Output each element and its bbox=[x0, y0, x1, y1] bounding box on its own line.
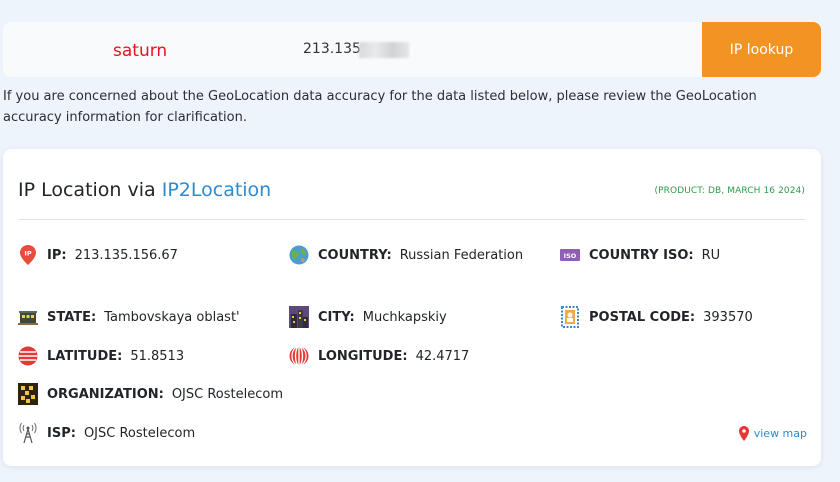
antenna-icon bbox=[18, 422, 38, 444]
ip-label: IP: bbox=[47, 247, 67, 263]
country-label: COUNTRY: bbox=[318, 247, 392, 263]
city-label: CITY: bbox=[318, 309, 355, 325]
map-pin-icon bbox=[738, 426, 749, 441]
iso-badge-icon: ISO bbox=[560, 244, 580, 266]
state-value: Tambovskaya oblast' bbox=[104, 309, 240, 325]
field-state: STATE: Tambovskaya oblast' bbox=[18, 306, 240, 328]
country-iso-label: COUNTRY ISO: bbox=[589, 247, 694, 263]
latitude-label: LATITUDE: bbox=[47, 348, 123, 364]
organization-label: ORGANIZATION: bbox=[47, 386, 164, 402]
saturn-badge: saturn bbox=[113, 41, 168, 61]
view-map-link[interactable]: view map bbox=[738, 426, 807, 441]
svg-text:ISO: ISO bbox=[564, 252, 577, 260]
field-postal-code: POSTAL CODE: 393570 bbox=[560, 306, 753, 328]
city-value: Muchkapskiy bbox=[362, 309, 447, 325]
city-icon bbox=[289, 306, 309, 328]
ip-value: 213.135.156.67 bbox=[74, 247, 178, 263]
field-longitude: LONGITUDE: 42.4717 bbox=[289, 345, 469, 367]
longitude-value: 42.4717 bbox=[415, 348, 470, 364]
field-isp: ISP: OJSC Rostelecom bbox=[18, 422, 195, 444]
state-building-icon bbox=[18, 306, 38, 328]
ip-location-card: IP Location via IP2Location (PRODUCT: DB… bbox=[3, 149, 821, 466]
field-country-iso: ISO COUNTRY ISO: RU bbox=[560, 244, 720, 266]
card-title: IP Location via IP2Location bbox=[18, 179, 271, 201]
organization-value: OJSC Rostelecom bbox=[171, 386, 284, 402]
ip-lookup-button[interactable]: IP lookup bbox=[702, 22, 821, 77]
postal-stamp-icon bbox=[560, 306, 580, 328]
postal-code-value: 393570 bbox=[703, 309, 753, 325]
redacted-ip-blur bbox=[359, 42, 409, 58]
view-map-label[interactable]: view map bbox=[754, 427, 807, 440]
ip2location-link[interactable]: IP2Location bbox=[162, 179, 272, 201]
country-value: Russian Federation bbox=[399, 247, 524, 263]
ip-pin-icon: IP bbox=[18, 244, 38, 266]
accuracy-notice: If you are concerned about the GeoLocati… bbox=[3, 89, 757, 125]
product-info: (PRODUCT: DB, MARCH 16 2024) bbox=[654, 186, 805, 196]
country-iso-value: RU bbox=[701, 247, 721, 263]
card-title-prefix: IP Location via bbox=[18, 179, 162, 201]
field-latitude: LATITUDE: 51.8513 bbox=[18, 345, 184, 367]
latitude-value: 51.8513 bbox=[130, 348, 185, 364]
postal-code-label: POSTAL CODE: bbox=[589, 309, 696, 325]
longitude-icon bbox=[289, 345, 309, 367]
ip-search-bar: saturn IP lookup bbox=[3, 22, 821, 77]
field-ip: IP IP: 213.135.156.67 bbox=[18, 244, 178, 266]
field-country: COUNTRY: Russian Federation bbox=[289, 244, 523, 266]
field-city: CITY: Muchkapskiy bbox=[289, 306, 447, 328]
organization-icon bbox=[18, 383, 38, 405]
longitude-label: LONGITUDE: bbox=[318, 348, 408, 364]
card-divider bbox=[18, 219, 806, 220]
svg-text:IP: IP bbox=[24, 250, 31, 258]
globe-icon bbox=[289, 244, 309, 266]
isp-label: ISP: bbox=[47, 425, 76, 441]
state-label: STATE: bbox=[47, 309, 97, 325]
isp-value: OJSC Rostelecom bbox=[83, 425, 196, 441]
field-organization: ORGANIZATION: OJSC Rostelecom bbox=[18, 383, 283, 405]
latitude-icon bbox=[18, 345, 38, 367]
